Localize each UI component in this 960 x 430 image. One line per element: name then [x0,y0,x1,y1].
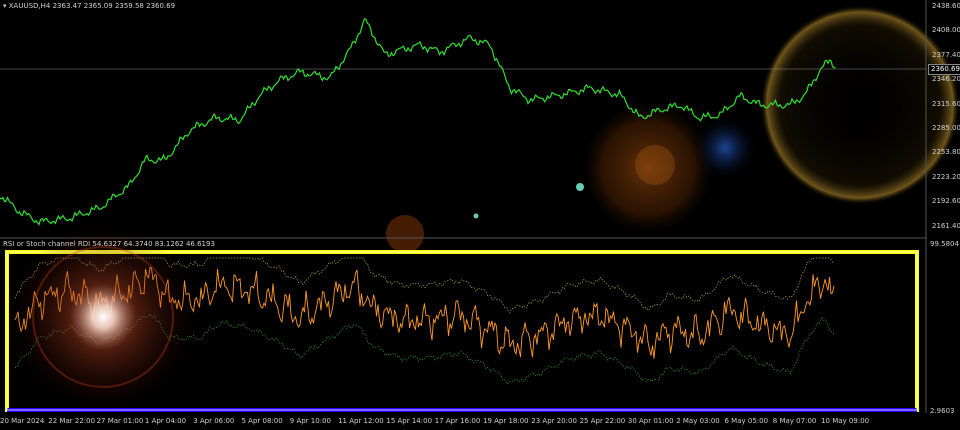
indicator-axis-bottom: 2.9603 [930,407,955,415]
time-axis-label: 6 May 05:00 [725,417,769,425]
current-price-tag: 2360.69 [928,64,960,75]
time-axis-label: 2 May 03:00 [676,417,720,425]
price-axis-label: 2346.20 [932,75,960,83]
lens-flare-dot [576,183,584,191]
chart-canvas [0,0,960,430]
time-axis-label: 30 Apr 01:00 [628,417,674,425]
price-axis-label: 2192.60 [932,197,960,205]
time-axis-label: 20 Mar 2024 [0,417,44,425]
time-axis-label: 27 Mar 01:00 [97,417,144,425]
lens-flare-core [635,145,675,185]
price-axis-label: 2315.60 [932,100,960,108]
collapse-arrow-icon[interactable]: ▾ [3,2,7,10]
time-axis-label: 25 Apr 22:00 [580,417,626,425]
time-axis-label: 22 Mar 22:00 [48,417,95,425]
indicator-header: RSI or Stoch channel RDI 54.6327 64.3740… [3,240,215,248]
time-axis-label: 5 Apr 08:00 [242,417,283,425]
ohlc-values: 2363.47 2365.09 2359.58 2360.69 [53,2,175,10]
time-axis-label: 10 May 09:00 [821,417,869,425]
price-axis-label: 2408.00 [932,26,960,34]
price-axis-label: 2161.40 [932,222,960,230]
time-axis-label: 3 Apr 06:00 [193,417,234,425]
chart-symbol-header: ▾ XAUUSD,H4 2363.47 2365.09 2359.58 2360… [3,2,175,10]
lens-flare-blue [695,118,755,178]
lens-flare-dot-2 [474,214,479,219]
lens-flare-small [386,215,424,253]
lens-flare-main [8,222,198,412]
time-axis-label: 17 Apr 16:00 [435,417,481,425]
indicator-axis-top: 99.5804 [930,240,959,248]
time-axis-label: 23 Apr 20:00 [531,417,577,425]
time-axis-label: 9 Apr 10:00 [290,417,331,425]
time-axis-label: 15 Apr 14:00 [386,417,432,425]
time-axis-label: 8 May 07:00 [773,417,817,425]
lens-flare-ring [760,5,960,205]
price-axis-label: 2377.40 [932,51,960,59]
price-axis-label: 2223.20 [932,173,960,181]
price-line-series[interactable] [0,19,836,225]
time-axis-label: 19 Apr 18:00 [483,417,529,425]
price-axis-label: 2285.00 [932,124,960,132]
time-axis-label: 11 Apr 12:00 [338,417,384,425]
symbol-label: XAUUSD,H4 [9,2,51,10]
time-axis-label: 1 Apr 04:00 [145,417,186,425]
price-axis-label: 2438.60 [932,2,960,10]
price-axis-label: 2253.80 [932,148,960,156]
